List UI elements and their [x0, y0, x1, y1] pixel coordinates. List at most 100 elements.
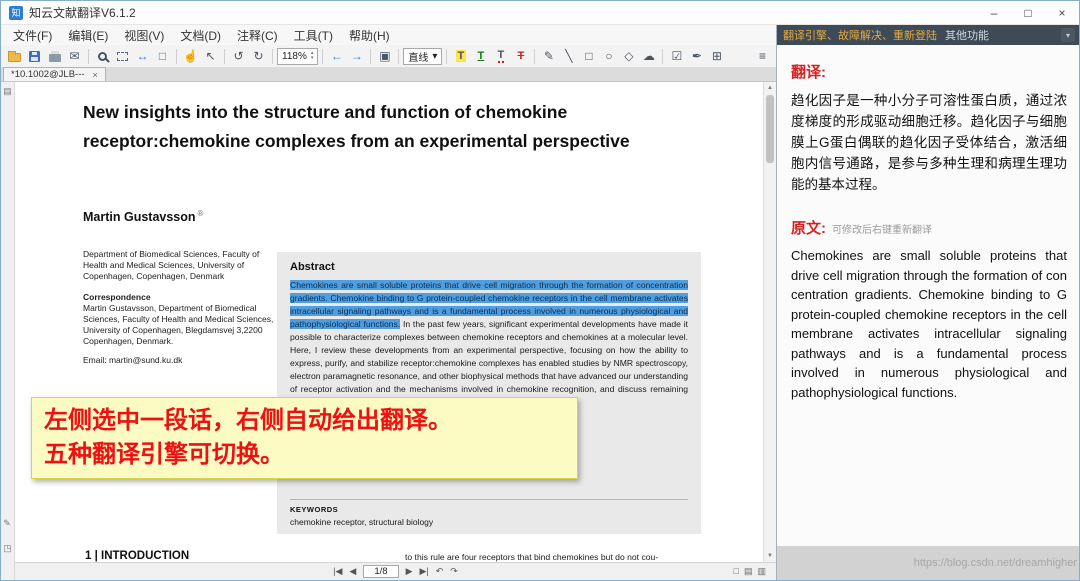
- select-tool-button[interactable]: ↖: [201, 47, 220, 66]
- fit-page-icon: □: [159, 49, 166, 63]
- stamp-button[interactable]: ☑: [667, 47, 686, 66]
- polygon-icon: ◇: [624, 49, 633, 63]
- folder-icon: [8, 53, 21, 62]
- panel-dropdown-icon[interactable]: ▾: [1061, 28, 1075, 42]
- note-button[interactable]: ⊞: [707, 47, 726, 66]
- strikeout-text-button[interactable]: T: [511, 47, 530, 66]
- callout-line-2: 五种翻译引擎可切换。: [44, 438, 565, 472]
- last-page-button[interactable]: ▶|: [419, 566, 428, 577]
- zoom-tool-button[interactable]: [93, 47, 112, 66]
- single-page-layout-icon[interactable]: □: [734, 566, 739, 577]
- menu-comment[interactable]: 注释(C): [229, 25, 286, 45]
- next-page-button[interactable]: ▶: [406, 566, 413, 577]
- engine-menu-items[interactable]: 翻译引擎、故障解决、重新登陆: [783, 27, 937, 43]
- zoom-spinner[interactable]: ▴▾: [311, 51, 314, 61]
- app-window: 知 知云文献翻译V6.1.2 – □ × 文件(F) 编辑(E) 视图(V) 文…: [0, 0, 1080, 581]
- minimize-button[interactable]: –: [977, 1, 1011, 24]
- translation-text: 趋化因子是一种小分子可溶性蛋白质，通过浓度梯度的形成驱动细胞迁移。趋化因子与细胞…: [791, 90, 1067, 195]
- email-button[interactable]: ✉: [65, 47, 84, 66]
- rotate-right-button[interactable]: ↻: [249, 47, 268, 66]
- toolbar-separator: [272, 49, 273, 64]
- maximize-button[interactable]: □: [1011, 1, 1045, 24]
- annotate-panel-icon[interactable]: ✎: [3, 518, 12, 529]
- rotate-left-button[interactable]: ↺: [229, 47, 248, 66]
- next-view-button[interactable]: ↷: [450, 566, 458, 577]
- print-button[interactable]: [45, 47, 64, 66]
- original-text[interactable]: Chemokines are small soluble proteins th…: [791, 246, 1067, 402]
- document-tab[interactable]: *10.1002@JLB--- ×: [3, 67, 106, 81]
- arrow-right-icon: →: [351, 49, 363, 63]
- shape-tool-combo[interactable]: 直线 ▾: [403, 48, 442, 65]
- marquee-zoom-button[interactable]: [113, 47, 132, 66]
- facing-layout-icon[interactable]: ▥: [757, 566, 766, 577]
- pencil-icon: ✎: [544, 49, 554, 63]
- rectangle-tool-button[interactable]: □: [579, 47, 598, 66]
- previous-page-button[interactable]: ←: [327, 47, 346, 66]
- rotate-right-icon: ↻: [253, 49, 263, 63]
- correspondence-text: Martin Gustavsson, Department of Biomedi…: [83, 303, 279, 347]
- pencil-tool-button[interactable]: ✎: [539, 47, 558, 66]
- cloud-tool-button[interactable]: ☁: [639, 47, 658, 66]
- menu-view[interactable]: 视图(V): [116, 25, 172, 45]
- page-navigation-bar: |◀ ◀ 1/8 ▶ ▶| ↶ ↷ □ ▤ ▥: [15, 562, 776, 580]
- zoom-level-combo[interactable]: 118% ▴▾: [277, 48, 318, 65]
- menu-help[interactable]: 帮助(H): [341, 25, 398, 45]
- document-page[interactable]: New insights into the structure and func…: [15, 82, 763, 562]
- annotation-callout: 左侧选中一段话，右侧自动给出翻译。 五种翻译引擎可切换。: [31, 397, 578, 479]
- panels-toggle-icon[interactable]: ▤: [3, 86, 12, 97]
- document-tab-bar: *10.1002@JLB--- ×: [1, 68, 776, 82]
- save-button[interactable]: [25, 47, 44, 66]
- ellipse-tool-button[interactable]: ○: [599, 47, 618, 66]
- scrollbar-thumb[interactable]: [766, 95, 774, 163]
- previous-page-button[interactable]: ◀: [349, 566, 356, 577]
- callout-line-1: 左侧选中一段话，右侧自动给出翻译。: [44, 404, 565, 438]
- shape-tool-value: 直线: [408, 49, 428, 64]
- polygon-tool-button[interactable]: ◇: [619, 47, 638, 66]
- signature-button[interactable]: ✒: [687, 47, 706, 66]
- hand-tool-button[interactable]: ☝: [181, 47, 200, 66]
- squiggly-text-button[interactable]: T: [491, 47, 510, 66]
- abstract-rest-text: In the past few years, significant exper…: [290, 319, 688, 407]
- toolbar-separator: [662, 49, 663, 64]
- toolbar-separator: [224, 49, 225, 64]
- abstract-text[interactable]: Chemokines are small soluble proteins th…: [290, 279, 688, 409]
- fit-width-button[interactable]: ↔: [133, 47, 152, 66]
- next-page-button[interactable]: →: [347, 47, 366, 66]
- printer-icon: [49, 54, 61, 62]
- toolbar-separator: [176, 49, 177, 64]
- fit-page-button[interactable]: □: [153, 47, 172, 66]
- attachment-panel-icon[interactable]: ◳: [3, 543, 12, 554]
- page-number-field[interactable]: 1/8: [363, 565, 398, 578]
- menu-file[interactable]: 文件(F): [5, 25, 60, 45]
- tab-close-icon[interactable]: ×: [93, 70, 98, 80]
- menu-edit[interactable]: 编辑(E): [60, 25, 116, 45]
- scroll-down-icon[interactable]: ▼: [764, 550, 776, 562]
- signature-icon: ✒: [692, 49, 702, 63]
- highlight-text-button[interactable]: T: [451, 47, 470, 66]
- other-functions-menu[interactable]: 其他功能: [945, 27, 989, 43]
- toolbar-separator: [88, 49, 89, 64]
- close-button[interactable]: ×: [1045, 1, 1079, 24]
- underline-text-button[interactable]: T: [471, 47, 490, 66]
- translation-label: 翻译:: [791, 61, 1067, 82]
- app-logo-icon: 知: [9, 6, 23, 20]
- paper-left-column: Department of Biomedical Sciences, Facul…: [83, 249, 279, 366]
- orcid-icon: ®: [198, 209, 204, 218]
- more-tools-button[interactable]: ≡: [753, 47, 772, 66]
- document-scrollbar[interactable]: ▲ ▼: [763, 82, 776, 562]
- toolbar-separator: [398, 49, 399, 64]
- continuous-layout-icon[interactable]: ▤: [744, 566, 753, 577]
- snapshot-button[interactable]: ▣: [375, 47, 394, 66]
- menu-document[interactable]: 文档(D): [172, 25, 229, 45]
- toolbar-separator: [322, 49, 323, 64]
- open-file-button[interactable]: [5, 47, 24, 66]
- line-tool-button[interactable]: ╲: [559, 47, 578, 66]
- squiggly-icon: T: [498, 49, 505, 63]
- stamp-icon: ☑: [672, 49, 683, 63]
- scroll-up-icon[interactable]: ▲: [764, 82, 776, 94]
- left-panel-strip: ▤ ✎ ◳: [1, 82, 15, 580]
- ellipse-icon: ○: [605, 49, 612, 63]
- menu-tools[interactable]: 工具(T): [286, 25, 341, 45]
- first-page-button[interactable]: |◀: [333, 566, 342, 577]
- previous-view-button[interactable]: ↶: [436, 566, 444, 577]
